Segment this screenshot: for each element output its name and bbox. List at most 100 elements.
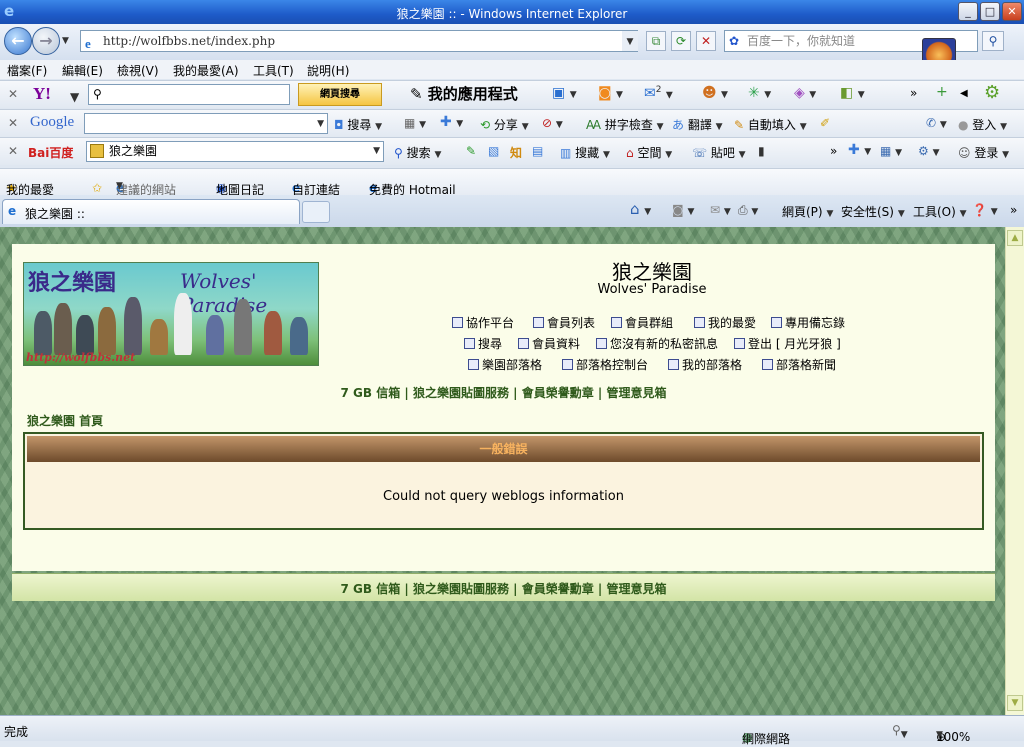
nav-groups[interactable]: 會員群組 bbox=[611, 314, 673, 331]
avatar-icon[interactable]: ☻ ▼ bbox=[702, 85, 728, 101]
mail-icon[interactable]: ✉ ▼ bbox=[710, 203, 731, 217]
space-button[interactable]: ⌂ 空間 ▼ bbox=[626, 144, 672, 161]
autofill-icon: ✎ bbox=[734, 118, 748, 132]
close-toolbar-icon[interactable]: ✕ bbox=[8, 116, 18, 130]
search-icon: ⚲ bbox=[394, 146, 407, 160]
nav-private-messages[interactable]: 您沒有新的私密訊息 bbox=[596, 335, 718, 352]
scroll-up-icon[interactable]: ▲ bbox=[1007, 230, 1023, 246]
nav-logout[interactable]: 登出 [ 月光牙狼 ] bbox=[734, 335, 841, 352]
nav-search[interactable]: 搜尋 bbox=[464, 335, 502, 352]
popup-blocker-icon[interactable]: ⊘ ▼ bbox=[542, 116, 563, 130]
footer-links[interactable]: 7 GB 信箱 | 狼之樂園貼圖服務 | 會員榮譽勳章 | 管理意見箱 bbox=[12, 580, 995, 597]
image-icon[interactable]: ▧ bbox=[488, 144, 499, 158]
yahoo-search-button[interactable]: 網頁搜尋 bbox=[298, 83, 382, 106]
memo-icon bbox=[771, 317, 782, 328]
top-links[interactable]: 7 GB 信箱 | 狼之樂園貼圖服務 | 會員榮譽勳章 | 管理意見箱 bbox=[12, 384, 995, 401]
menu-help[interactable]: 說明(H) bbox=[307, 62, 349, 79]
history-dropdown-icon[interactable]: ▼ bbox=[62, 36, 69, 46]
maximize-button[interactable]: □ bbox=[980, 2, 1000, 21]
toolbar-overflow-icon[interactable]: » bbox=[910, 86, 917, 100]
wrench-icon[interactable]: ✆ ▼ bbox=[926, 116, 947, 130]
menu-edit[interactable]: 編輯(E) bbox=[62, 62, 103, 79]
autofill-button[interactable]: ✎ 自動填入 ▼ bbox=[734, 116, 807, 133]
pages-icon[interactable]: ▣ ▼ bbox=[552, 85, 577, 101]
settings-gear-icon[interactable]: ⚙ ▼ bbox=[918, 144, 940, 158]
feeds-icon[interactable]: ◙ ▼ bbox=[672, 203, 694, 217]
spellcheck-button[interactable]: Ꜳ 拼字檢查 ▼ bbox=[586, 116, 664, 133]
home-icon[interactable]: ⌂ ▼ bbox=[630, 200, 651, 218]
commandbar-overflow-icon[interactable]: » bbox=[1010, 203, 1017, 217]
news-icon[interactable]: ▤ bbox=[532, 144, 543, 158]
close-window-button[interactable]: ✕ bbox=[1002, 2, 1022, 21]
address-input[interactable]: e http://wolfbbs.net/index.php bbox=[80, 30, 638, 52]
yahoo-menu-dropdown-icon[interactable]: ▼ bbox=[70, 90, 79, 104]
help-icon[interactable]: ❓ ▼ bbox=[972, 203, 998, 217]
new-tab-button[interactable] bbox=[302, 201, 330, 223]
scroll-left-icon[interactable]: ◀ bbox=[960, 88, 968, 99]
baidu-search-button[interactable]: ⚲ 搜索 ▼ bbox=[394, 144, 441, 161]
menu-favorites[interactable]: 我的最愛(A) bbox=[173, 62, 239, 79]
nav-blogs[interactable]: 樂園部落格 bbox=[468, 356, 542, 373]
nav-favorites[interactable]: 我的最愛 bbox=[694, 314, 756, 331]
google-search-button[interactable]: ◘ 搜尋 ▼ bbox=[334, 116, 382, 133]
yahoo-search-input[interactable]: ⚲ bbox=[88, 84, 290, 105]
tab-active[interactable]: e 狼之樂園 :: bbox=[2, 199, 300, 224]
compatibility-icon[interactable]: ⧉ bbox=[646, 31, 666, 51]
stop-icon[interactable]: ✕ bbox=[696, 31, 716, 51]
safety-menu[interactable]: 安全性(S) ▼ bbox=[841, 203, 905, 220]
nav-memo[interactable]: 專用備忘錄 bbox=[771, 314, 845, 331]
games-icon[interactable]: ◈ ▼ bbox=[794, 85, 816, 101]
close-toolbar-icon[interactable]: ✕ bbox=[8, 87, 18, 101]
close-toolbar-icon[interactable]: ✕ bbox=[8, 144, 18, 158]
back-button[interactable]: ← bbox=[4, 27, 32, 55]
my-apps-button[interactable]: ✎ 我的應用程式 bbox=[410, 83, 518, 104]
minimize-button[interactable]: _ bbox=[958, 2, 978, 21]
yahoo-logo[interactable]: Y! bbox=[33, 84, 51, 104]
messenger-icon[interactable]: ✳ ▼ bbox=[748, 85, 771, 101]
baidu-search-input[interactable]: 狼之樂園 ▼ bbox=[86, 141, 384, 162]
google-search-input[interactable]: ▼ bbox=[84, 113, 328, 134]
highlight-icon[interactable]: ✐ bbox=[820, 116, 830, 130]
tools-menu[interactable]: 工具(O) ▼ bbox=[913, 203, 967, 220]
toolbar-overflow-icon[interactable]: » bbox=[830, 144, 837, 158]
refresh-icon[interactable]: ⟳ bbox=[671, 31, 691, 51]
forward-button[interactable]: → bbox=[32, 27, 60, 55]
highlight-icon[interactable]: ✎ bbox=[466, 144, 476, 158]
nav-blog-control[interactable]: 部落格控制台 bbox=[562, 356, 648, 373]
nav-collab[interactable]: 協作平台 bbox=[452, 314, 514, 331]
add-app-icon[interactable]: + bbox=[936, 84, 948, 100]
scroll-down-icon[interactable]: ▼ bbox=[1007, 695, 1023, 711]
page-tools-icon[interactable]: ▦ ▼ bbox=[404, 116, 426, 130]
collect-button[interactable]: ▥ 搜藏 ▼ bbox=[560, 144, 610, 161]
print-icon[interactable]: ⎙ ▼ bbox=[738, 203, 758, 218]
rss-icon[interactable]: ◙ ▼ bbox=[598, 85, 623, 101]
breadcrumb[interactable]: 狼之樂園 首頁 bbox=[27, 412, 103, 429]
address-dropdown-icon[interactable]: ▼ bbox=[622, 31, 638, 51]
share-button[interactable]: ⟲ 分享 ▼ bbox=[480, 116, 529, 133]
grid-icon[interactable]: ▦ ▼ bbox=[880, 144, 902, 158]
menu-view[interactable]: 檢視(V) bbox=[117, 62, 159, 79]
nav-my-blog[interactable]: 我的部落格 bbox=[668, 356, 742, 373]
nav-profile[interactable]: 會員資料 bbox=[518, 335, 580, 352]
add-button-icon[interactable]: ✚ ▼ bbox=[440, 114, 463, 130]
add-icon[interactable]: ✚ ▼ bbox=[848, 142, 871, 158]
nav-memberlist[interactable]: 會員列表 bbox=[533, 314, 595, 331]
baidu-login-button[interactable]: ☺ 登录 ▼ bbox=[958, 144, 1009, 161]
search-go-icon[interactable]: ⚲ bbox=[982, 31, 1004, 51]
page-menu[interactable]: 網頁(P) ▼ bbox=[782, 203, 833, 220]
protected-mode-icon[interactable]: ⚲ ▼ bbox=[892, 723, 908, 740]
zhidao-icon[interactable]: 知 bbox=[510, 144, 522, 161]
google-login-button[interactable]: ● 登入 ▼ bbox=[958, 116, 1007, 133]
tieba-button[interactable]: ☏ 貼吧 ▼ bbox=[692, 144, 746, 161]
site-logo[interactable]: 狼之樂園 Wolves' Paradise http://wolfbbs.net bbox=[23, 262, 319, 366]
vertical-scrollbar[interactable]: ▲ ▼ bbox=[1005, 227, 1024, 715]
spellcheck-icon: Ꜳ bbox=[586, 118, 605, 132]
hi-icon[interactable]: ▮ bbox=[758, 144, 765, 158]
bookmarks-icon[interactable]: ◧ ▼ bbox=[840, 85, 865, 101]
menu-tools[interactable]: 工具(T) bbox=[253, 62, 294, 79]
settings-gear-icon[interactable]: ⚙ bbox=[984, 82, 1000, 103]
nav-blog-news[interactable]: 部落格新聞 bbox=[762, 356, 836, 373]
mail-icon[interactable]: ✉2 ▼ bbox=[644, 85, 673, 102]
translate-button[interactable]: あ 翻譯 ▼ bbox=[672, 116, 723, 133]
menu-file[interactable]: 檔案(F) bbox=[7, 62, 47, 79]
